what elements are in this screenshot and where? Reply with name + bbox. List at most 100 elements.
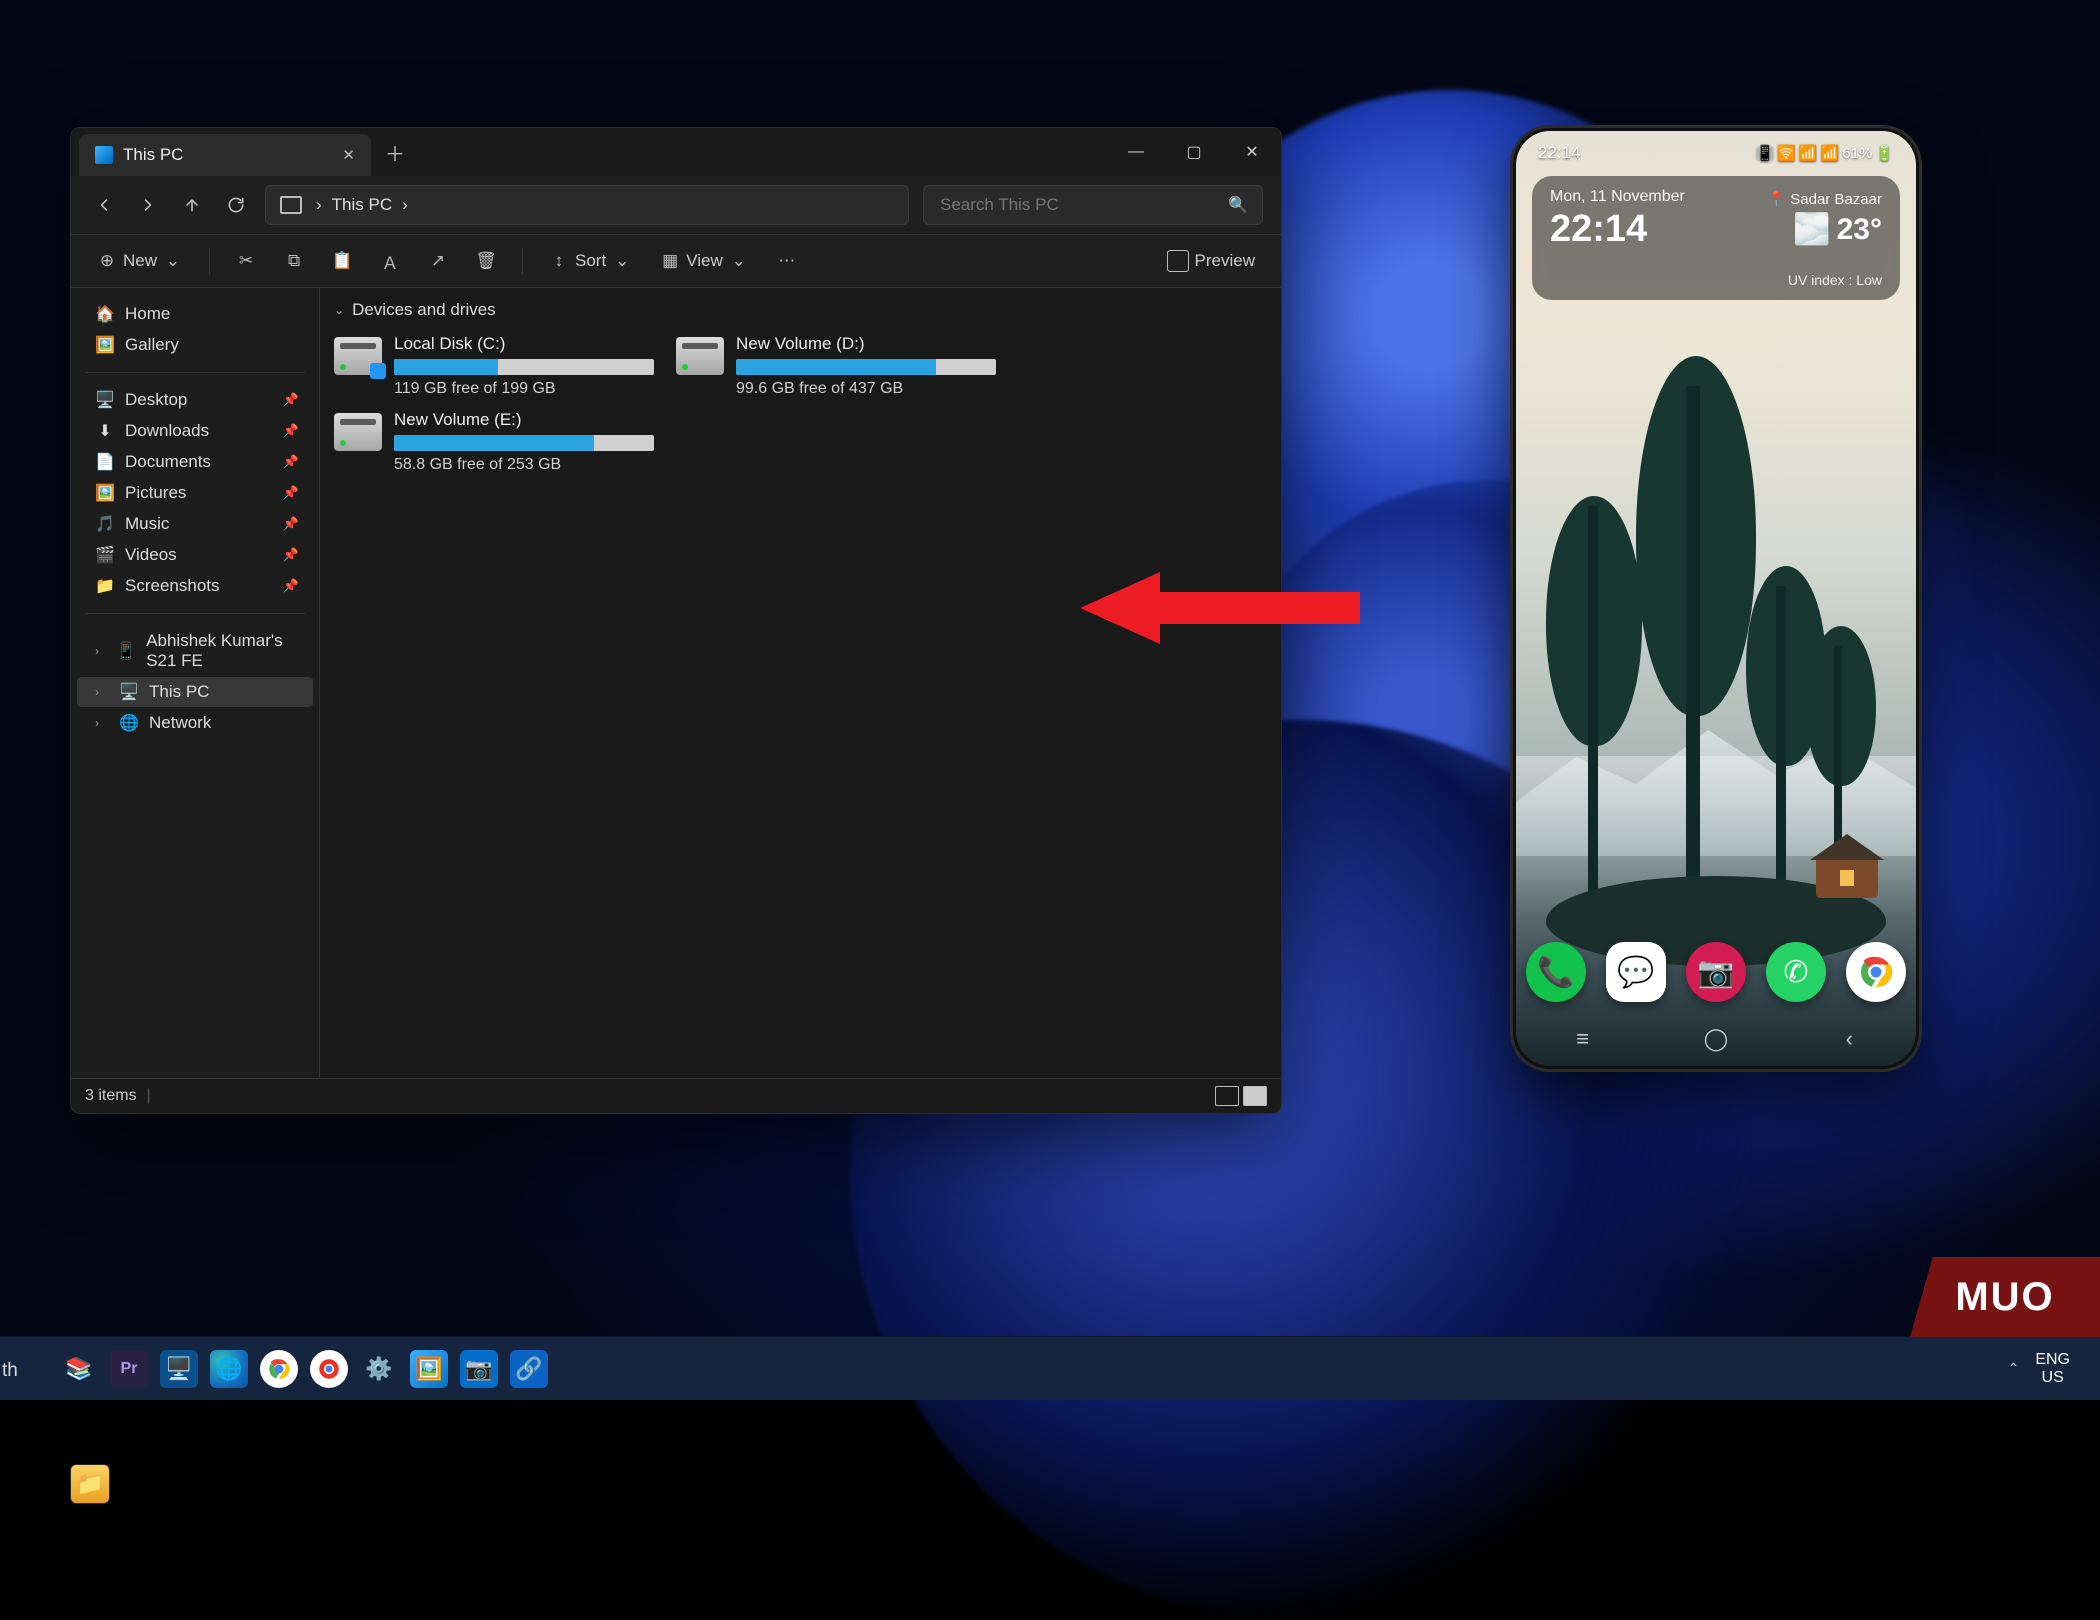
taskbar-start[interactable]: 📚 xyxy=(60,1350,98,1388)
tab-close-icon[interactable]: ✕ xyxy=(342,146,355,164)
copy-button[interactable]: ⧉ xyxy=(276,245,312,277)
pin-icon: 📌 xyxy=(283,392,299,408)
taskbar-virtualbox[interactable]: 🖥️ xyxy=(160,1350,198,1388)
sidebar-item-pictures[interactable]: 🖼️ Pictures 📌 xyxy=(77,478,313,508)
preview-icon xyxy=(1167,250,1189,272)
cut-button[interactable]: ✂ xyxy=(228,245,264,277)
sidebar-item-downloads[interactable]: ⬇ Downloads 📌 xyxy=(77,416,313,446)
vibrate-icon: 📳 xyxy=(1756,144,1775,162)
home-button[interactable]: ◯ xyxy=(1686,1026,1746,1052)
share-button[interactable]: ↗ xyxy=(420,245,456,277)
taskbar-chrome[interactable] xyxy=(260,1350,298,1388)
phone-mirror-window[interactable]: 22:14 📳 🛜 📶 📶 61% 🔋 Mon, 11 November 22:… xyxy=(1510,125,1922,1072)
view-button[interactable]: ▦ View ⌄ xyxy=(652,245,757,277)
drive-item[interactable]: New Volume (D:) 99.6 GB free of 437 GB xyxy=(676,334,996,398)
sidebar-item-label: Abhishek Kumar's S21 FE xyxy=(146,631,299,671)
lang-top: ENG xyxy=(2035,1351,2070,1368)
search-icon[interactable]: 🔍 xyxy=(1228,195,1248,215)
chrome-app-icon[interactable] xyxy=(1846,942,1906,1002)
sidebar-phone[interactable]: › 📱 Abhishek Kumar's S21 FE xyxy=(77,626,313,676)
sidebar-item-music[interactable]: 🎵 Music 📌 xyxy=(77,509,313,539)
tray-overflow-button[interactable]: ⌃ xyxy=(2008,1360,2020,1377)
phone-app-icon[interactable]: 📞 xyxy=(1526,942,1586,1002)
minimize-button[interactable]: — xyxy=(1107,128,1165,176)
maximize-button[interactable]: ▢ xyxy=(1165,128,1223,176)
back-button[interactable] xyxy=(89,190,119,220)
sidebar: 🏠 Home 🖼️ Gallery 🖥️ Desktop 📌⬇ Download… xyxy=(71,288,320,1078)
drive-icon xyxy=(676,337,724,375)
more-button[interactable]: ⋯ xyxy=(769,245,805,277)
tree-trunk xyxy=(1686,386,1700,906)
preview-label: Preview xyxy=(1195,251,1255,271)
taskbar-premiere[interactable]: Pr xyxy=(110,1350,148,1388)
rename-button[interactable]: Ａ xyxy=(372,245,408,277)
address-bar[interactable]: › This PC › xyxy=(265,185,909,225)
sidebar-this-pc[interactable]: › 🖥️ This PC xyxy=(77,677,313,707)
separator xyxy=(85,372,305,373)
group-header[interactable]: ⌄ Devices and drives xyxy=(320,288,1281,328)
drive-item[interactable]: New Volume (E:) 58.8 GB free of 253 GB xyxy=(334,410,654,474)
sidebar-item-documents[interactable]: 📄 Documents 📌 xyxy=(77,447,313,477)
new-button[interactable]: ⊕ New ⌄ xyxy=(89,245,191,277)
sidebar-home[interactable]: 🏠 Home xyxy=(77,299,313,329)
breadcrumb[interactable]: This PC xyxy=(332,195,392,215)
sidebar-item-label: Documents xyxy=(125,452,211,472)
phone-nav-bar: ≡ ◯ ‹ xyxy=(1516,1026,1916,1052)
taskbar-chrome-canary[interactable] xyxy=(310,1350,348,1388)
language-indicator[interactable]: ENG US xyxy=(2035,1351,2070,1386)
whatsapp-app-icon[interactable]: ✆ xyxy=(1766,942,1826,1002)
status-bar: 3 items | xyxy=(71,1078,1281,1113)
chrome-icon xyxy=(1856,952,1896,992)
close-button[interactable]: ✕ xyxy=(1223,128,1281,176)
new-tab-button[interactable]: ＋ xyxy=(371,128,419,176)
taskbar-edge[interactable]: 🌐 xyxy=(210,1350,248,1388)
sidebar-item-screenshots[interactable]: 📁 Screenshots 📌 xyxy=(77,571,313,601)
paste-button[interactable]: 📋 xyxy=(324,245,360,277)
sidebar-item-desktop[interactable]: 🖥️ Desktop 📌 xyxy=(77,385,313,415)
refresh-button[interactable] xyxy=(221,190,251,220)
sidebar-item-label: Music xyxy=(125,514,169,534)
drive-item[interactable]: Local Disk (C:) 119 GB free of 199 GB xyxy=(334,334,654,398)
partial-text: th xyxy=(2,1360,18,1382)
network-icon: 🌐 xyxy=(119,713,139,733)
preview-button[interactable]: Preview xyxy=(1159,244,1263,278)
up-button[interactable] xyxy=(177,190,207,220)
copy-icon: ⧉ xyxy=(284,251,304,271)
recents-button[interactable]: ≡ xyxy=(1553,1026,1613,1052)
file-explorer-window: This PC ✕ ＋ — ▢ ✕ › This PC › xyxy=(70,127,1282,1114)
drive-icon xyxy=(334,337,382,375)
breadcrumb-sep: › xyxy=(316,195,322,215)
signal-icon: 📶 xyxy=(1821,144,1840,162)
sidebar-network[interactable]: › 🌐 Network xyxy=(77,708,313,738)
drive-free-text: 99.6 GB free of 437 GB xyxy=(736,380,996,398)
taskbar[interactable]: 📚 Pr 🖥️ 📁 🌐 ⚙️ 🖼️ 📷 🔗 ⌃ ENG US xyxy=(0,1336,2100,1400)
sort-button[interactable]: ↕ Sort ⌄ xyxy=(541,245,640,277)
chevron-right-icon: › xyxy=(95,716,107,730)
pin-icon: 📌 xyxy=(283,454,299,470)
details-view-button[interactable] xyxy=(1215,1086,1239,1106)
forward-button[interactable] xyxy=(133,190,163,220)
tab-this-pc[interactable]: This PC ✕ xyxy=(79,134,371,176)
weather-widget[interactable]: Mon, 11 November 22:14 📍 Sadar Bazaar 🌫️… xyxy=(1532,176,1900,300)
tiles-view-button[interactable] xyxy=(1243,1086,1267,1106)
messages-app-icon[interactable]: 💬 xyxy=(1606,942,1666,1002)
search-input[interactable] xyxy=(938,194,1228,216)
scissors-icon: ✂ xyxy=(236,251,256,271)
delete-button[interactable]: 🗑 xyxy=(468,245,504,277)
search-box[interactable]: 🔍 xyxy=(923,185,1263,225)
taskbar-phone-link[interactable]: 🔗 xyxy=(510,1350,548,1388)
camera-app-icon[interactable]: 📷 xyxy=(1686,942,1746,1002)
sidebar-gallery[interactable]: 🖼️ Gallery xyxy=(77,330,313,360)
taskbar-camera[interactable]: 📷 xyxy=(460,1350,498,1388)
taskbar-photos[interactable]: 🖼️ xyxy=(410,1350,448,1388)
chevron-down-icon: ⌄ xyxy=(334,303,344,317)
clipboard-icon: 📋 xyxy=(332,251,352,271)
sidebar-item-videos[interactable]: 🎬 Videos 📌 xyxy=(77,540,313,570)
monitor-icon xyxy=(280,196,302,214)
taskbar-file-explorer[interactable]: 📁 xyxy=(70,1464,110,1504)
this-pc-icon xyxy=(95,146,113,164)
back-button[interactable]: ‹ xyxy=(1819,1026,1879,1052)
rename-icon: Ａ xyxy=(380,251,400,271)
taskbar-settings[interactable]: ⚙️ xyxy=(360,1350,398,1388)
drive-capacity-bar xyxy=(394,435,654,451)
